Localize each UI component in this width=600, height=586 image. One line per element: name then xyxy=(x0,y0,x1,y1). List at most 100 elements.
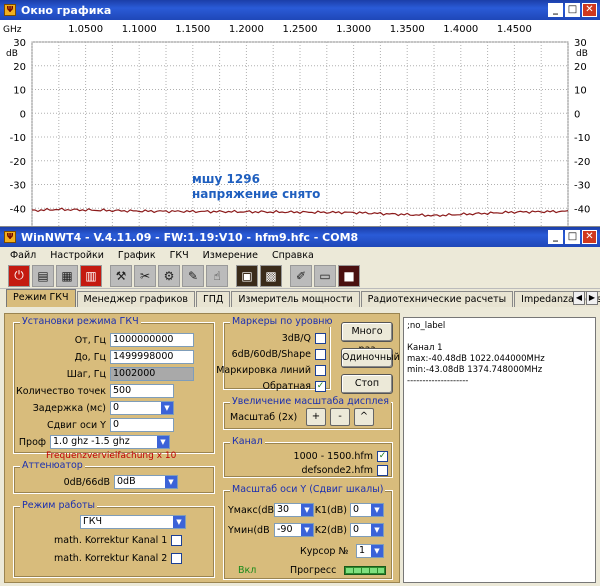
y-tick-label-left: 20 xyxy=(13,62,26,73)
output-textarea[interactable]: ;no_label Канал 1 max:-40.48dB 1022.0440… xyxy=(403,317,596,583)
stop-button[interactable]: Стоп xyxy=(341,374,393,394)
maximize-button[interactable]: □ xyxy=(565,3,580,17)
chevron-down-icon[interactable]: ▼ xyxy=(157,436,169,448)
menu-graph[interactable]: График xyxy=(118,250,156,261)
chevron-down-icon[interactable]: ▼ xyxy=(173,516,185,528)
close-button[interactable]: ✕ xyxy=(582,3,597,17)
channel1-checkbox[interactable]: ✓ xyxy=(377,451,388,462)
printer-icon[interactable]: ▤ xyxy=(32,264,54,287)
menu-sweep[interactable]: ГКЧ xyxy=(170,250,189,261)
wrench-icon[interactable]: ✎ xyxy=(182,264,204,287)
x-tick-label: 1.2000 xyxy=(229,24,264,35)
group-title: Канал xyxy=(230,436,265,447)
k1-value: 0 xyxy=(353,504,360,515)
chevron-down-icon[interactable]: ▼ xyxy=(371,524,383,536)
delay-select[interactable]: 0 ▼ xyxy=(110,401,174,415)
y-tick-label-left: -30 xyxy=(10,181,26,192)
y-tick-label-left: 10 xyxy=(13,86,26,97)
x-tick-label: 1.3500 xyxy=(390,24,425,35)
probe-icon[interactable]: ⚒ xyxy=(110,264,132,287)
graph-window-title: Окно графика xyxy=(21,3,112,17)
tab-vfo[interactable]: ГПД xyxy=(195,291,231,307)
calibrate-icon[interactable]: ⚙ xyxy=(158,264,180,287)
inverse-checkbox[interactable]: ✓ xyxy=(315,381,326,392)
points-input[interactable]: 500 xyxy=(110,384,174,398)
main-window: Ψ WinNWT4 - V.4.11.09 - FW:1.19:V10 - hf… xyxy=(0,226,600,586)
zoom-out-button[interactable]: - xyxy=(330,408,350,426)
x-tick-label: 1.3000 xyxy=(336,24,371,35)
main-title-bar[interactable]: Ψ WinNWT4 - V.4.11.09 - FW:1.19:V10 - hf… xyxy=(0,227,600,247)
chevron-down-icon[interactable]: ▼ xyxy=(165,476,177,488)
close-button[interactable]: ✕ xyxy=(582,230,597,244)
ymin-select[interactable]: -90 ▼ xyxy=(274,523,314,537)
graph-title-bar[interactable]: Ψ Окно графика _ □ ✕ xyxy=(0,0,600,20)
tab-bar: Режим ГКЧ Менеджер графиков ГПД Измерите… xyxy=(0,289,600,307)
print-preview-icon[interactable]: ▦ xyxy=(56,264,78,287)
chevron-down-icon[interactable]: ▼ xyxy=(301,504,313,516)
on-indicator: Вкл xyxy=(238,565,257,576)
graph-plot-area[interactable]: 30 30 20 20 10 10 0 0 -10 -10 -20 -20 -30 -30 -40 -40 dB… xyxy=(0,20,600,232)
delay-label: Задержка (мс) xyxy=(32,402,106,414)
attenuator-value: 0dB xyxy=(117,476,136,487)
line-marking-checkbox[interactable] xyxy=(315,365,326,376)
math2-checkbox[interactable] xyxy=(171,553,183,564)
tab-graph-manager[interactable]: Менеджер графиков xyxy=(76,291,195,307)
y-tick-label-left: -20 xyxy=(10,157,26,168)
tab-scroll-right-icon[interactable]: ▶ xyxy=(586,291,598,305)
zoom-in-button[interactable]: + xyxy=(306,408,326,426)
chevron-down-icon[interactable]: ▼ xyxy=(301,524,313,536)
tab-rf-calc[interactable]: Радиотехнические расчеты xyxy=(360,291,514,307)
ymin-value: -90 xyxy=(277,524,293,535)
ymin-label: Yмин(dB xyxy=(228,524,270,536)
attenuator-select[interactable]: 0dB ▼ xyxy=(114,475,178,489)
zoom-reset-button[interactable]: ^ xyxy=(354,408,374,426)
chevron-down-icon[interactable]: ▼ xyxy=(371,545,383,557)
print-color-icon[interactable]: ▥ xyxy=(80,264,102,287)
marker-6db-checkbox[interactable] xyxy=(315,349,326,360)
profile-select[interactable]: 1.0 ghz -1.5 ghz ▼ xyxy=(50,435,170,449)
menu-measure[interactable]: Измерение xyxy=(203,250,258,261)
group-title: Режим работы xyxy=(20,500,98,511)
channel2-checkbox[interactable] xyxy=(377,465,388,476)
power-icon[interactable]: ⏻ xyxy=(8,264,30,287)
k1-select[interactable]: 0 ▼ xyxy=(350,503,384,517)
ymax-select[interactable]: 30 ▼ xyxy=(274,503,314,517)
tab-power-meter[interactable]: Измеритель мощности xyxy=(231,291,360,307)
menu-file[interactable]: Файл xyxy=(10,250,36,261)
repeat-sweep-button[interactable]: Много раз xyxy=(341,322,393,355)
maximize-button[interactable]: □ xyxy=(565,230,580,244)
stop-icon[interactable]: ■ xyxy=(338,264,360,287)
tab-scroll-left-icon[interactable]: ◀ xyxy=(573,291,585,305)
cursor-select[interactable]: 1 ▼ xyxy=(356,544,384,558)
delay-value: 0 xyxy=(113,402,120,413)
menu-settings[interactable]: Настройки xyxy=(50,250,104,261)
mode-select[interactable]: ГКЧ ▼ xyxy=(80,515,186,529)
minimize-button[interactable]: _ xyxy=(548,3,563,17)
app-icon: Ψ xyxy=(4,231,16,243)
k2-value: 0 xyxy=(353,524,360,535)
chevron-down-icon[interactable]: ▼ xyxy=(161,402,173,414)
sweep-panel: Установки режима ГКЧ От, Гц 1000000000 До… xyxy=(4,313,400,583)
to-input[interactable]: 1499998000 xyxy=(110,350,194,364)
tab-sweep-mode[interactable]: Режим ГКЧ xyxy=(6,289,76,307)
minimize-button[interactable]: _ xyxy=(548,230,563,244)
math1-label: math. Korrektur Kanal 1 xyxy=(54,535,168,546)
x-tick-label: 1.4000 xyxy=(443,24,478,35)
yshift-input[interactable]: 0 xyxy=(110,418,174,432)
disk-icon[interactable]: ▭ xyxy=(314,264,336,287)
load-icon[interactable]: ▣ xyxy=(236,264,258,287)
from-input[interactable]: 1000000000 xyxy=(110,333,194,347)
tools-icon[interactable]: ✂ xyxy=(134,264,156,287)
ymax-label: Yмакс(dB xyxy=(228,504,275,516)
pen-icon[interactable]: ✐ xyxy=(290,264,312,287)
chevron-down-icon[interactable]: ▼ xyxy=(371,504,383,516)
hand-icon[interactable]: ☝ xyxy=(206,264,228,287)
save-icon[interactable]: ▩ xyxy=(260,264,282,287)
yshift-label: Сдвиг оси Y xyxy=(46,419,106,431)
math1-checkbox[interactable] xyxy=(171,535,183,546)
k2-select[interactable]: 0 ▼ xyxy=(350,523,384,537)
marker-3db-checkbox[interactable] xyxy=(315,333,326,344)
menu-help[interactable]: Справка xyxy=(272,250,314,261)
progress-label: Прогресс xyxy=(290,565,337,576)
single-sweep-button[interactable]: Одиночный xyxy=(341,348,400,368)
